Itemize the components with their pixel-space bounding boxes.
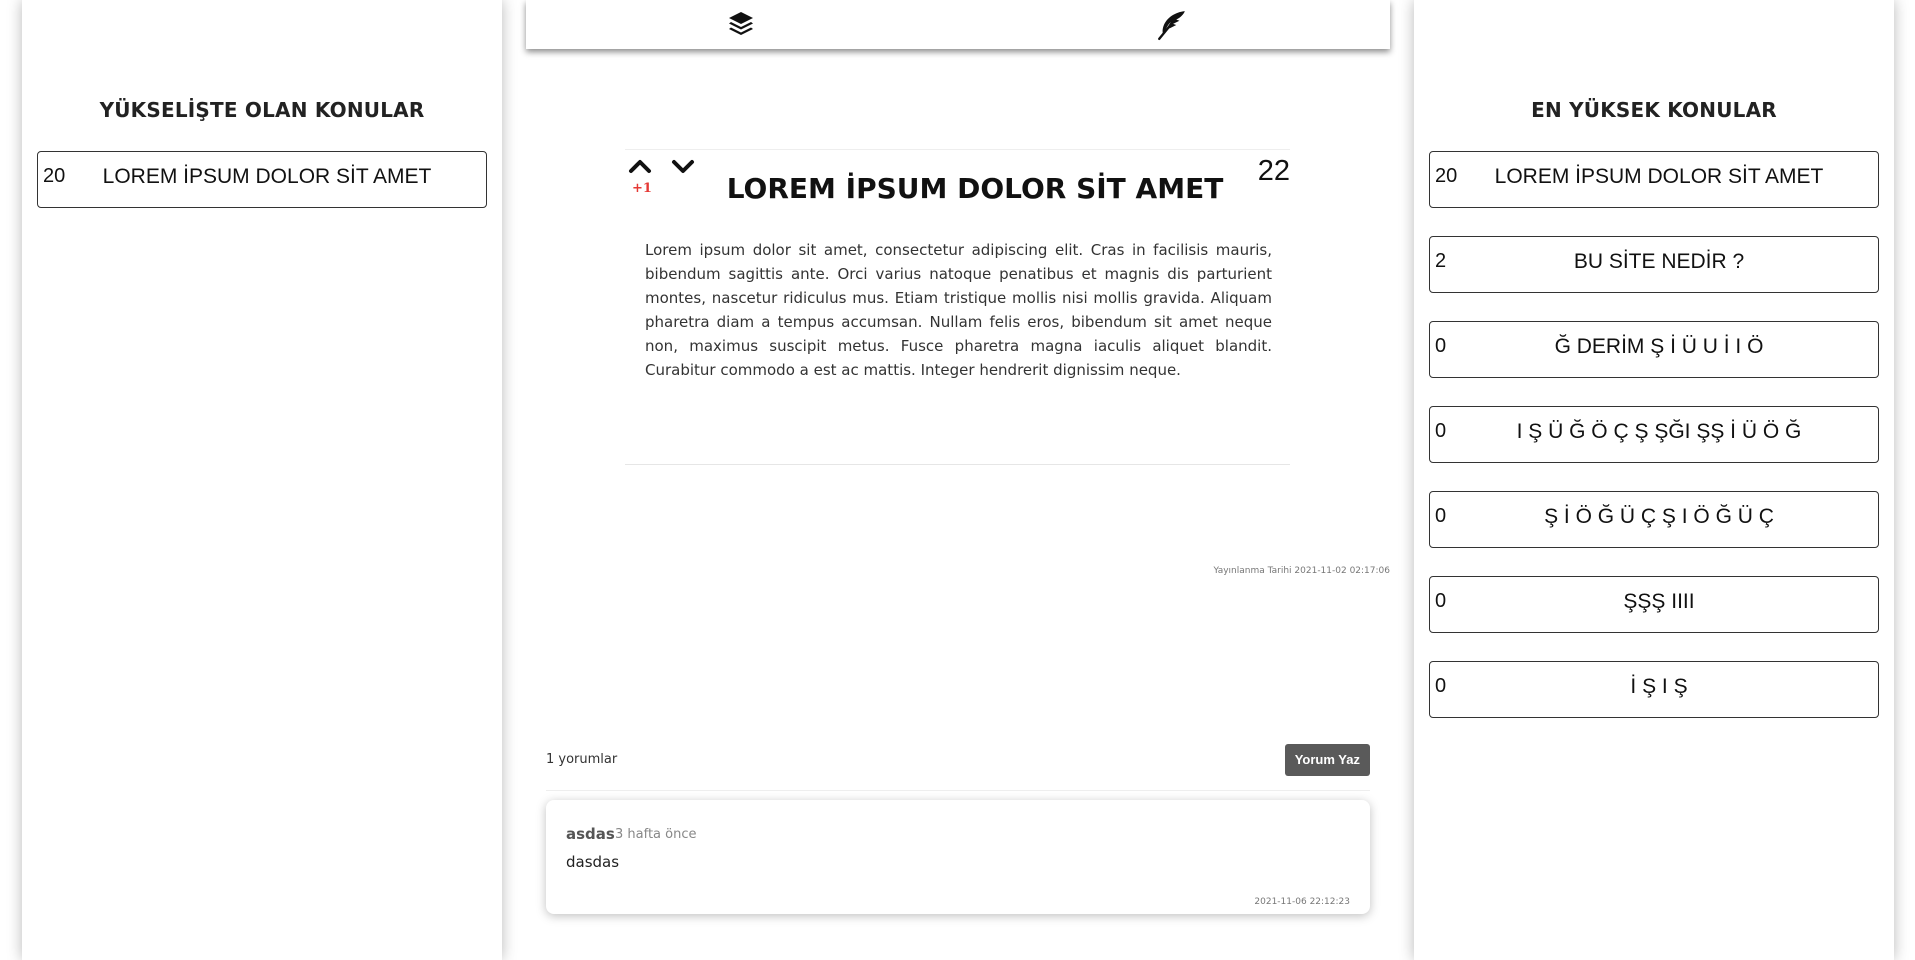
comment-text: dasdas: [566, 853, 620, 871]
topic-card[interactable]: 20 LOREM İPSUM DOLOR SİT AMET: [1429, 151, 1879, 208]
topic-title: ŞŞŞ IIII: [1623, 590, 1695, 613]
post: +1 22 LOREM İPSUM DOLOR SİT AMET Lorem i…: [625, 149, 1290, 465]
feather-icon[interactable]: [1156, 9, 1186, 41]
published-date: Yayınlanma Tarihi 2021-11-02 02:17:06: [1213, 566, 1390, 576]
topic-card[interactable]: 2 BU SİTE NEDİR ?: [1429, 236, 1879, 293]
top-navbar: [526, 0, 1390, 49]
topic-title: BU SİTE NEDİR ?: [1573, 250, 1745, 273]
layers-icon[interactable]: [726, 9, 756, 39]
topic-title: LOREM İPSUM DOLOR SİT AMET: [1494, 165, 1824, 188]
comment-date: 2021-11-06 22:12:23: [1254, 897, 1350, 907]
topic-card[interactable]: 20 LOREM İPSUM DOLOR SİT AMET: [37, 151, 487, 208]
comments-count: 1 yorumlar: [546, 752, 618, 767]
top-topics-title: EN YÜKSEK KONULAR: [1531, 98, 1777, 122]
comments-header: 1 yorumlar Yorum Yaz: [546, 743, 1370, 777]
comment-relative-time: 3 hafta önce: [615, 827, 697, 842]
post-body: Lorem ipsum dolor sit amet, consectetur …: [645, 241, 1272, 379]
topic-card[interactable]: 0 I Ş Ü Ğ Ö Ç Ş ŞĞI ŞŞ İ Ü Ö Ğ: [1429, 406, 1879, 463]
divider: [546, 790, 1370, 791]
topic-title: I Ş Ü Ğ Ö Ç Ş ŞĞI ŞŞ İ Ü Ö Ğ: [1516, 420, 1802, 443]
write-comment-button[interactable]: Yorum Yaz: [1284, 744, 1370, 776]
topic-title: Ş İ Ö Ğ Ü Ç Ş I Ö Ğ Ü Ç: [1544, 505, 1774, 528]
topic-card[interactable]: 0 Ş İ Ö Ğ Ü Ç Ş I Ö Ğ Ü Ç: [1429, 491, 1879, 548]
post-title: LOREM İPSUM DOLOR SİT AMET: [726, 172, 1224, 205]
comment-author[interactable]: asdas: [566, 825, 615, 843]
topic-card[interactable]: 0 İ Ş I Ş: [1429, 661, 1879, 718]
right-sidebar: EN YÜKSEK KONULAR 20 LOREM İPSUM DOLOR S…: [1414, 0, 1894, 960]
topic-title: Ğ DERİM Ş İ Ü U İ I Ö: [1554, 335, 1764, 358]
trending-topics-title: YÜKSELİŞTE OLAN KONULAR: [99, 98, 425, 122]
trending-topic-list: 20 LOREM İPSUM DOLOR SİT AMET: [37, 151, 487, 236]
topic-title: LOREM İPSUM DOLOR SİT AMET: [102, 165, 432, 188]
comment-card: asdas 3 hafta önce dasdas 2021-11-06 22:…: [546, 800, 1370, 914]
topic-card[interactable]: 0 ŞŞŞ IIII: [1429, 576, 1879, 633]
topic-card[interactable]: 0 Ğ DERİM Ş İ Ü U İ I Ö: [1429, 321, 1879, 378]
topic-title: İ Ş I Ş: [1630, 675, 1688, 698]
top-topic-list: 20 LOREM İPSUM DOLOR SİT AMET 2 BU SİTE …: [1429, 151, 1879, 746]
left-sidebar: YÜKSELİŞTE OLAN KONULAR 20 LOREM İPSUM D…: [22, 0, 502, 960]
